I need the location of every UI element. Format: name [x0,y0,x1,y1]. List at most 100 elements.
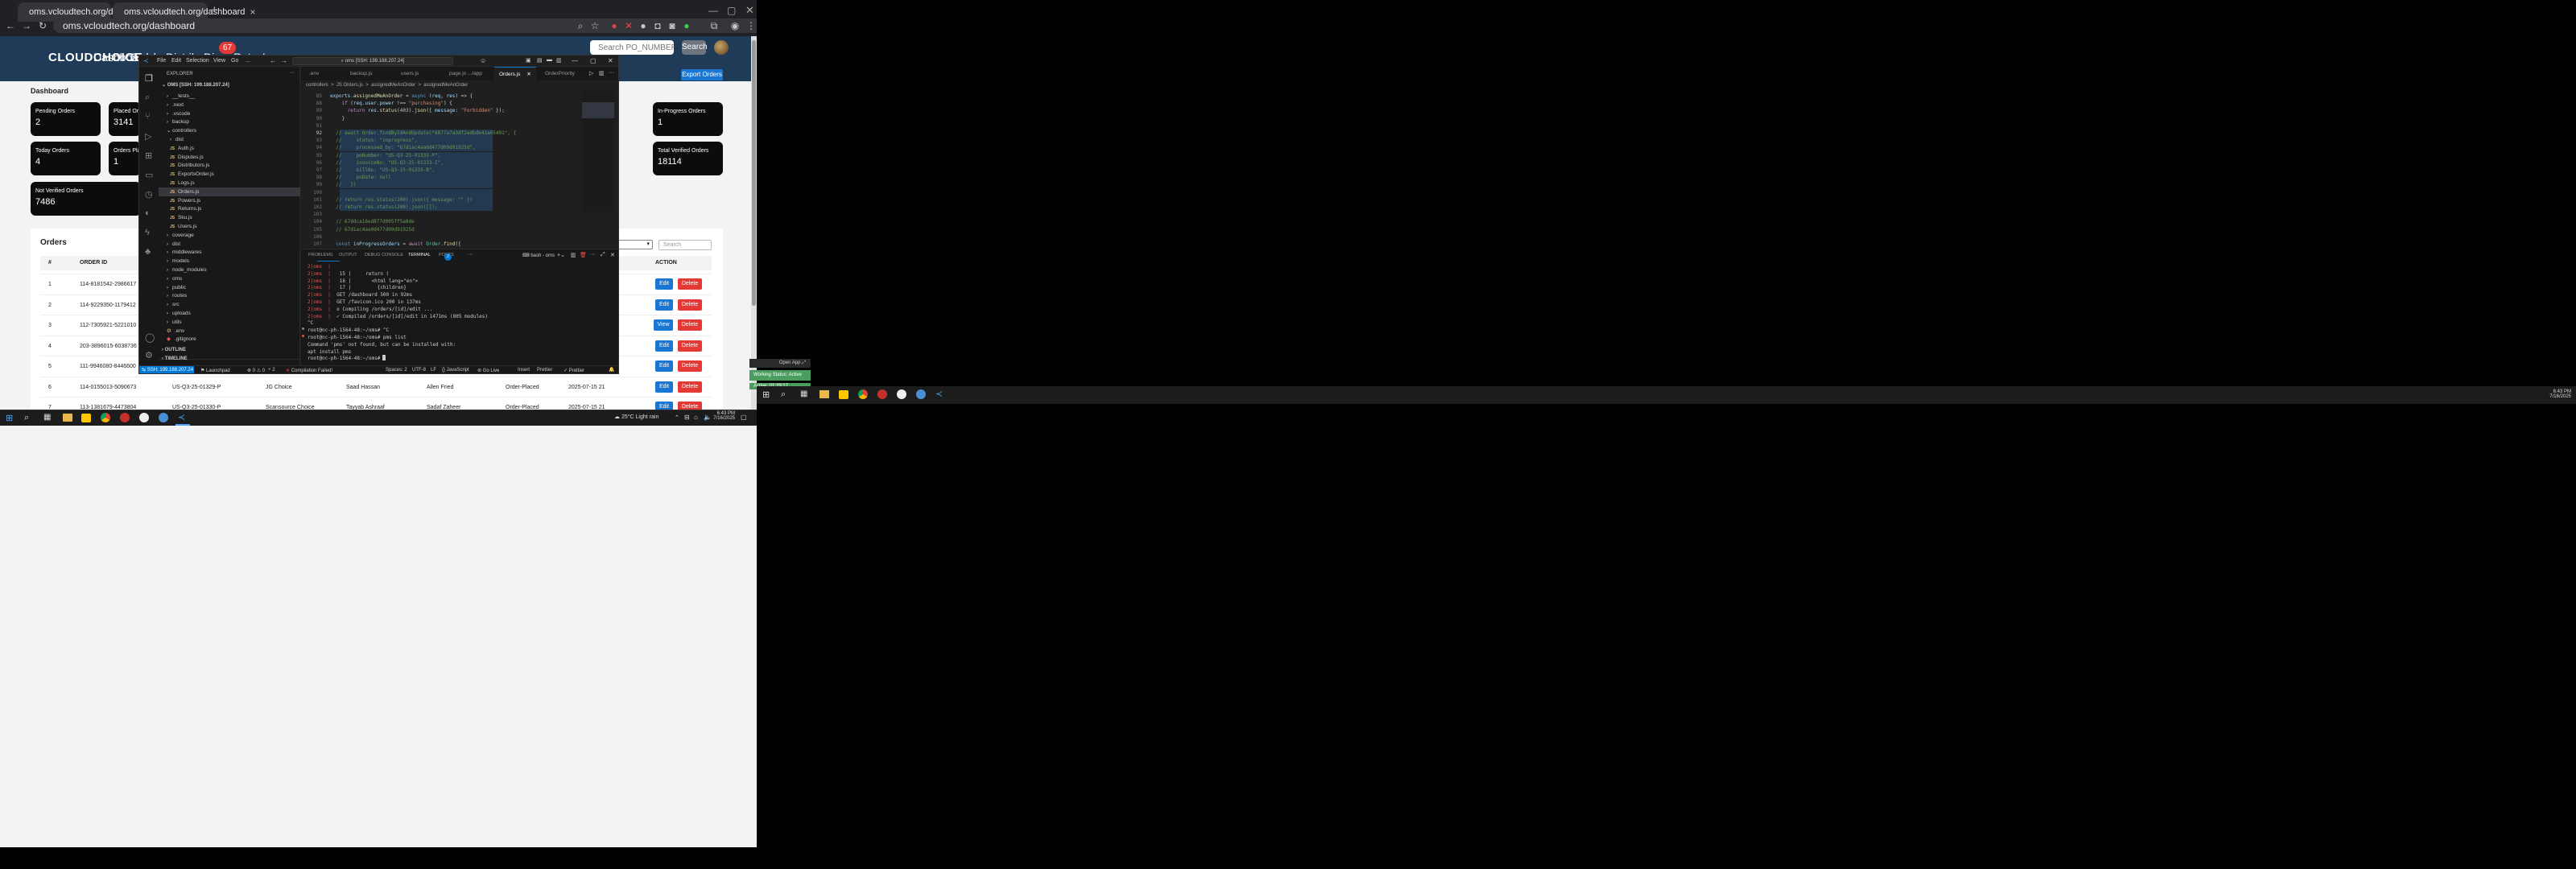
explorer-item[interactable]: JS Powers.js [159,196,300,205]
terminal-label[interactable]: ⌨ bash - oms [522,253,555,258]
table-search-input[interactable]: Search [658,240,712,250]
card-inprogress-orders[interactable]: In-Progress Orders 1 [653,102,723,136]
close-window-icon[interactable]: ✕ [608,57,613,64]
code-line[interactable]: // }) [330,181,356,188]
store-icon[interactable] [81,414,91,422]
layout-icon[interactable]: ▣ [526,57,531,64]
explorer-item[interactable]: JS Sku.js [159,213,300,222]
app-icon[interactable] [139,413,149,422]
copilot-icon[interactable]: ☺ [480,57,486,64]
remote-explorer-icon[interactable]: ▭ [145,170,153,180]
clock[interactable]: 6:43 PM 7/16/2025 [712,411,735,421]
command-center[interactable]: ⌕ oms [SSH: 199.188.207.24] [292,57,453,65]
delete-button[interactable]: Delete [678,381,702,393]
timeline-icon[interactable]: ◷ [145,189,153,200]
run-icon[interactable]: ▷ [589,70,593,76]
menu-file[interactable]: File [157,58,166,64]
breadcrumb[interactable]: controllers > JS Orders.js > assignedMeA… [306,83,468,88]
remote-indicator[interactable]: ⇆ SSH: 199.188.207.24 [139,366,194,373]
chrome-icon[interactable] [101,413,110,422]
minimize-icon[interactable]: — [708,5,718,16]
search-icon[interactable]: ⌕ [781,389,786,400]
puzzle-icon[interactable]: ⧉ [708,20,720,31]
menu-icon[interactable]: ⋮ [745,20,757,31]
editor-tab[interactable]: page.js .../app [444,67,487,80]
code-line[interactable]: // await Order.findByIdAndUpdate("6877a7… [330,130,516,137]
extension-icon[interactable]: ● [681,20,692,31]
ports-item[interactable]: ⑂ 2 [268,368,275,373]
store-icon[interactable] [839,390,848,399]
code-line[interactable]: const inProgressOrders = await Order.fin… [330,241,460,248]
code-line[interactable]: // 67ddca16ed877d005ff5a8de [330,218,415,225]
weather-widget[interactable]: ☁ 25°C Light rain [614,414,658,420]
editor-tab[interactable]: Orders.js ✕ [494,67,536,80]
more-actions-icon[interactable]: ··· [609,70,614,76]
outline-section[interactable]: › OUTLINE [162,348,186,352]
editor-tab[interactable]: OrderPriority [540,67,580,80]
explorer-item[interactable]: › utils [159,318,300,327]
code-line[interactable]: // invoiceNo: "US-Q3-25-01333-I", [330,159,444,167]
close-icon[interactable]: ✕ [526,72,530,77]
edit-button[interactable]: Edit [655,381,673,393]
nav-back-icon[interactable]: ← [270,57,276,64]
code-line[interactable]: // billNo: "US-Q3-25-01333-B", [330,167,435,174]
timeline-section[interactable]: › TIMELINE [162,356,188,361]
run-debug-icon[interactable]: ▷ [145,131,151,142]
reload-icon[interactable]: ↻ [37,20,48,31]
card-placed-orders[interactable]: Placed Or 3141 [109,102,141,136]
edit-button[interactable]: Edit [655,340,673,352]
second-clock[interactable]: 6:43 PM 7/16/2025 [2536,389,2571,399]
extension-icon[interactable]: ◙ [667,20,678,31]
page-scrollbar-thumb[interactable] [752,40,756,306]
language-tray-icon[interactable]: ⊟ [684,414,690,421]
more-icon[interactable]: ··· [590,252,596,257]
search-icon[interactable]: ⌕ [24,413,29,423]
code-line[interactable]: // poNumber: "US-Q3-25-01333-P", [330,152,440,159]
prettier-check-item[interactable]: ✓ Prettier [564,368,584,373]
sidebar-toggle-icon[interactable]: ▤ [537,57,543,64]
extension-icon[interactable]: ● [609,20,620,31]
network-icon[interactable]: ⌂ [694,414,698,421]
editor-tab[interactable]: .env [304,67,324,80]
minimap-slider[interactable] [582,102,614,118]
edit-button[interactable]: Edit [655,299,673,311]
back-icon[interactable]: ← [5,20,16,31]
maximize-panel-icon[interactable]: ⤢ [601,252,605,258]
code-line[interactable]: // status: "inprogress", [330,137,417,144]
compilation-item[interactable]: ✕ Compilation Failed! [286,368,332,373]
explorer-item[interactable]: › public [159,283,300,292]
prettier-item[interactable]: Prettier [537,368,552,373]
explorer-item[interactable]: JS Users.js [159,222,300,231]
delete-button[interactable]: Delete [678,340,702,352]
encoding-item[interactable]: UTF-8 [412,368,426,373]
code-line[interactable]: // return res.status(200).json([]); [330,204,437,211]
zoom-icon[interactable]: ⌕ [575,20,586,31]
explorer-item[interactable]: › node_modules [159,266,300,274]
avatar[interactable] [714,40,729,55]
explorer-item[interactable]: JS Distributors.js [159,161,300,170]
new-terminal-icon[interactable]: +⌄ [557,252,565,258]
delete-button[interactable]: Delete [678,278,702,290]
explorer-item[interactable]: JS Returns.js [159,204,300,213]
explorer-item[interactable]: JS Orders.js [159,187,300,196]
split-terminal-icon[interactable]: ▥ [571,252,576,258]
volume-icon[interactable]: 🔈 [704,414,712,421]
notifications-icon[interactable]: ▢ [741,414,747,421]
app-icon[interactable] [159,413,168,422]
search-icon[interactable]: ⌕ [145,93,150,103]
spaces-item[interactable]: Spaces: 2 [386,368,407,373]
card-today-orders[interactable]: Today Orders 4 [31,142,101,175]
account-icon[interactable]: ◯ [145,332,155,343]
new-tab-icon[interactable]: + [211,3,218,17]
source-control-icon[interactable]: ⑂ [145,112,151,121]
chrome-icon[interactable] [858,389,868,399]
menu-go[interactable]: Go [231,58,238,64]
workspace-root[interactable]: ⌄ OMS [SSH: 199.188.207.24] [162,82,229,88]
delete-button[interactable]: Delete [678,319,702,331]
close-window-icon[interactable]: ✕ [745,4,754,17]
code-line[interactable]: // poDate: null [330,174,391,181]
profile-icon[interactable]: ◉ [729,20,741,31]
explorer-item[interactable]: › __tests__ [159,92,300,101]
code-line[interactable]: // return res.status(200).json({ message… [330,196,473,204]
close-icon[interactable]: × [250,6,255,18]
